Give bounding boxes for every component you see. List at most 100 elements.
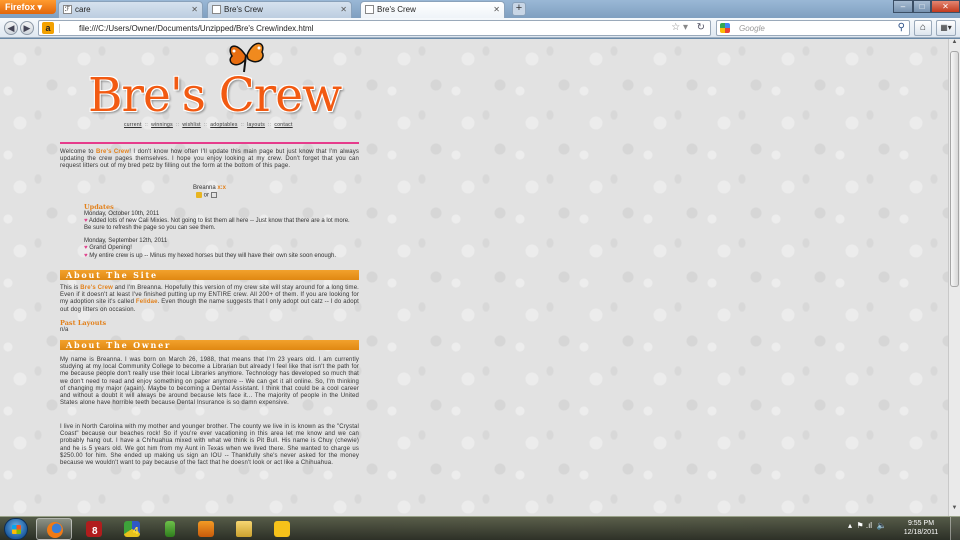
nav-link-layouts[interactable]: layouts: [247, 122, 265, 128]
taskbar-app-3[interactable]: 4: [114, 518, 150, 540]
tab-bres-crew-active[interactable]: Bre's Crew ✕: [360, 1, 505, 19]
update-date: Monday, September 12th, 2011: [84, 238, 168, 245]
update-item: ♥ Grand Opening!: [84, 245, 354, 252]
scroll-down-arrow[interactable]: ▼: [949, 505, 960, 516]
signoff-xox: x:x: [217, 185, 227, 191]
reload-icon[interactable]: ↻: [697, 22, 705, 33]
tab-close-icon[interactable]: ✕: [191, 5, 198, 14]
nav-link-winnings[interactable]: winnings: [151, 122, 173, 128]
window-close-button[interactable]: ✕: [931, 0, 960, 13]
about-owner-paragraph-1: My name is Breanna. I was born on March …: [60, 357, 359, 407]
about-owner-paragraph-2: I live in North Carolina with my mother …: [60, 424, 359, 467]
about-owner-heading: About The Owner: [60, 340, 359, 350]
nav-separator: ::: [144, 122, 149, 128]
signoff-name: Breanna: [192, 185, 218, 191]
felidae-link[interactable]: Felidae: [136, 299, 158, 305]
nav-separator: ::: [203, 122, 208, 128]
vertical-scrollbar[interactable]: ▲ ▼: [948, 39, 960, 516]
taskbar-app-2[interactable]: 8: [76, 518, 112, 540]
update-item: ♥ My entire crew is up -- Minus my hexed…: [84, 253, 354, 260]
welcome-lead: Welcome to: [60, 149, 97, 155]
app-badge: 8: [92, 526, 98, 537]
nav-link-current[interactable]: current: [124, 122, 142, 128]
updates-section: Updates Monday, October 10th, 2011 ♥ Add…: [84, 203, 354, 260]
tab-page-icon: ℱ: [63, 5, 72, 14]
past-layouts: Past Layouts n/a: [60, 320, 106, 334]
back-button[interactable]: ◀: [4, 21, 18, 35]
welcome-paragraph: Welcome to Bre's Crew! I don't know how …: [60, 149, 359, 171]
nav-separator: ::: [240, 122, 245, 128]
clock-time: 9:55 PM: [907, 520, 935, 527]
signoff-icons: or: [196, 192, 217, 199]
window-minimize-button[interactable]: –: [893, 0, 913, 13]
tab-page-icon: [212, 5, 221, 14]
forward-button[interactable]: ▶: [20, 21, 34, 35]
tab-close-icon[interactable]: ✕: [340, 5, 347, 14]
update-item: ♥ Added lots of new Cali Mixies. Not goi…: [84, 218, 354, 232]
nav-link-wishlist[interactable]: wishlist: [182, 122, 201, 128]
clock[interactable]: 9:55 PM 12/18/2011: [896, 519, 946, 537]
signoff-or: or: [203, 192, 210, 199]
logo-text: Bre's Crew: [88, 68, 342, 123]
updates-heading: Updates: [84, 203, 114, 211]
site-identity-icon[interactable]: a: [42, 22, 54, 34]
update-item-text: Added lots of new Cali Mixies. Not going…: [84, 218, 350, 232]
nav-link-contact[interactable]: contact: [274, 122, 292, 128]
update-item-text: My entire crew is up -- Minus my hexed h…: [89, 252, 337, 259]
tab-care[interactable]: ℱ care ✕: [58, 1, 203, 18]
url-bar[interactable]: a file:///C:/Users/Owner/Documents/Unzip…: [38, 20, 711, 36]
firefox-icon: [47, 522, 63, 538]
url-text: file:///C:/Users/Owner/Documents/Unzippe…: [79, 24, 314, 33]
windows-logo-icon: [12, 525, 21, 534]
clock-date: 12/18/2011: [903, 529, 939, 536]
firefox-menu-label: Firefox: [5, 2, 36, 12]
smiley-icon: [196, 192, 202, 198]
system-tray[interactable]: ▴ ⚑ .ıl 🔈: [848, 521, 886, 530]
nav-link-adoptables[interactable]: adoptables: [210, 122, 237, 128]
tab-bar: Firefox ▾ ℱ care ✕ Bre's Crew ✕ Bre's Cr…: [0, 0, 960, 19]
tab-title: care: [75, 5, 91, 14]
checkbox-icon: [210, 192, 217, 198]
taskbar-firefox[interactable]: [36, 518, 72, 540]
navigation-bar: ◀ ▶ a file:///C:/Users/Owner/Documents/U…: [0, 18, 960, 38]
show-desktop-button[interactable]: [950, 517, 960, 540]
tab-close-icon[interactable]: ✕: [493, 5, 500, 14]
about-site-heading: About The Site: [60, 270, 359, 280]
about-site-name: Bre's Crew: [80, 285, 113, 291]
taskbar-media-player[interactable]: [188, 518, 224, 540]
scroll-thumb[interactable]: [950, 51, 959, 287]
taskbar-app-4[interactable]: [152, 518, 188, 540]
window-maximize-button[interactable]: □: [913, 0, 931, 13]
divider: [60, 142, 359, 144]
tab-bres-crew-1[interactable]: Bre's Crew ✕: [207, 1, 352, 18]
tab-title: Bre's Crew: [224, 5, 263, 14]
taskbar: 8 4 ▴ ⚑ .ıl 🔈 9:55 PM 12/18/2011: [0, 516, 960, 540]
about-site-paragraph: This is Bre's Crew and I'm Breanna. Hope…: [60, 285, 359, 314]
search-icon[interactable]: ⚲: [898, 22, 905, 33]
new-tab-button[interactable]: +: [512, 2, 526, 16]
update-item-text: Grand Opening!: [89, 245, 132, 252]
tab-title: Bre's Crew: [377, 5, 416, 14]
about-site-lead: This is: [60, 285, 81, 291]
app-icon: [165, 521, 175, 537]
menu-button[interactable]: ▦▾: [936, 20, 956, 36]
search-bar[interactable]: Google ⚲: [716, 20, 910, 36]
app-badge: 4: [133, 526, 139, 537]
firefox-menu-button[interactable]: Firefox ▾: [0, 0, 56, 14]
google-icon[interactable]: [720, 23, 730, 33]
update-date: Monday, October 10th, 2011: [84, 211, 160, 218]
bookmark-star-icon[interactable]: ☆ ▾: [671, 22, 688, 33]
tab-page-icon: [365, 5, 374, 14]
past-layouts-value: n/a: [60, 327, 69, 333]
taskbar-aim[interactable]: [264, 518, 300, 540]
aim-running-man-icon: [274, 521, 290, 537]
media-player-icon: [198, 521, 214, 537]
taskbar-explorer[interactable]: [226, 518, 262, 540]
search-placeholder: Google: [739, 24, 765, 33]
signoff: Breanna x:x: [60, 185, 359, 191]
home-button[interactable]: ⌂: [914, 20, 932, 36]
scroll-up-arrow[interactable]: ▲: [949, 39, 960, 50]
site-navigation: current:: winnings:: wishlist:: adoptables:…: [124, 122, 293, 128]
start-button[interactable]: [4, 518, 28, 540]
folder-icon: [236, 521, 252, 537]
